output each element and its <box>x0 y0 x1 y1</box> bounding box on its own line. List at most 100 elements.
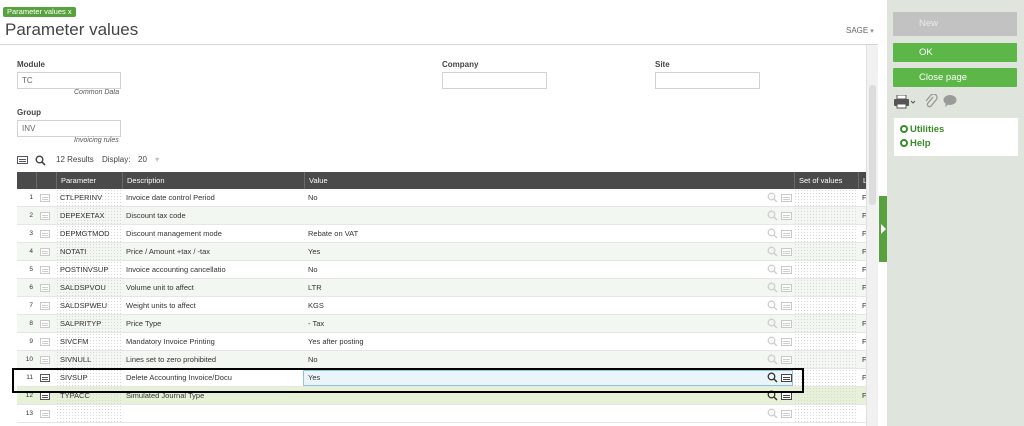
new-button[interactable]: New <box>893 12 1017 36</box>
cell-value[interactable]: KGS <box>304 297 759 314</box>
table-row[interactable]: 1 CTLPERINV Invoice date control Period No F <box>17 189 869 207</box>
cell-set-of-values[interactable] <box>794 261 858 278</box>
row-detail-icon[interactable] <box>40 356 50 364</box>
row-detail-icon[interactable] <box>40 212 50 220</box>
search-icon[interactable] <box>767 246 778 257</box>
scrollbar[interactable] <box>866 45 878 426</box>
cell-set-of-values[interactable] <box>794 207 858 224</box>
table-row[interactable]: 10 SIVNULL Lines set to zero prohibited No F <box>17 351 869 369</box>
ok-button[interactable]: OK <box>893 43 1017 62</box>
site-field[interactable] <box>655 72 760 89</box>
row-detail-icon[interactable] <box>40 410 50 418</box>
row-detail-icon[interactable] <box>40 194 50 202</box>
cell-value[interactable]: LTR <box>304 279 759 296</box>
print-icon[interactable] <box>894 95 916 109</box>
selection-list-icon[interactable] <box>781 266 792 274</box>
cell-set-of-values[interactable] <box>794 351 858 368</box>
cell-value[interactable]: No <box>304 189 759 206</box>
cell-parameter[interactable] <box>56 405 122 422</box>
column-header-value[interactable]: Value <box>304 172 794 189</box>
selection-list-icon[interactable] <box>781 284 792 292</box>
selection-list-icon[interactable] <box>781 320 792 328</box>
search-icon[interactable] <box>767 336 778 347</box>
row-detail-icon[interactable] <box>40 284 50 292</box>
column-header-description[interactable]: Description <box>122 172 304 189</box>
selection-list-icon[interactable] <box>781 392 792 400</box>
row-detail-icon[interactable] <box>40 338 50 346</box>
cell-parameter[interactable]: SALDSPVOU <box>56 279 122 296</box>
table-row[interactable]: 5 POSTINVSUP Invoice accounting cancellati… <box>17 261 869 279</box>
table-row[interactable]: 7 SALDSPWEU Weight units to affect KGS F <box>17 297 869 315</box>
row-detail-icon[interactable] <box>40 230 50 238</box>
table-row[interactable]: 6 SALDSPVOU Volume unit to affect LTR F <box>17 279 869 297</box>
cell-value[interactable]: Yes <box>304 369 759 386</box>
company-field[interactable] <box>442 72 547 89</box>
row-detail-icon[interactable] <box>40 302 50 310</box>
search-icon[interactable] <box>767 372 778 383</box>
search-icon[interactable] <box>767 264 778 275</box>
cell-parameter[interactable]: SIVNULL <box>56 351 122 368</box>
cell-set-of-values[interactable] <box>794 297 858 314</box>
table-row[interactable]: 11 SIVSUP Delete Accounting Invoice/Docu Ye… <box>17 369 869 387</box>
display-select[interactable]: 20 ▾ <box>138 155 159 164</box>
utilities-link[interactable]: Utilities <box>900 124 944 135</box>
row-detail-icon[interactable] <box>40 266 50 274</box>
cell-parameter[interactable]: DEPEXETAX <box>56 207 122 224</box>
cell-set-of-values[interactable] <box>794 333 858 350</box>
row-detail-icon[interactable] <box>40 248 50 256</box>
help-link[interactable]: Help <box>900 138 931 149</box>
cell-parameter[interactable]: POSTINVSUP <box>56 261 122 278</box>
search-icon[interactable] <box>767 318 778 329</box>
search-icon[interactable] <box>767 408 778 419</box>
cell-set-of-values[interactable] <box>794 189 858 206</box>
table-row[interactable]: 8 SALPRITYP Price Type - Tax F <box>17 315 869 333</box>
cell-set-of-values[interactable] <box>794 405 858 422</box>
grid-settings-icon[interactable] <box>17 156 28 164</box>
cell-set-of-values[interactable] <box>794 225 858 242</box>
attachment-icon[interactable] <box>924 94 938 108</box>
selection-list-icon[interactable] <box>781 356 792 364</box>
cell-set-of-values[interactable] <box>794 243 858 260</box>
cell-set-of-values[interactable] <box>794 315 858 332</box>
search-icon[interactable] <box>767 210 778 221</box>
search-icon[interactable] <box>767 228 778 239</box>
scrollbar-thumb[interactable] <box>869 85 876 205</box>
search-icon[interactable] <box>767 300 778 311</box>
table-row[interactable]: 3 DEPMGTMOD Discount management mode Rebate… <box>17 225 869 243</box>
selection-list-icon[interactable] <box>781 194 792 202</box>
cell-parameter[interactable]: TYPACC <box>56 387 122 404</box>
cell-parameter[interactable]: SIVCFM <box>56 333 122 350</box>
table-row[interactable]: 9 SIVCFM Mandatory Invoice Printing Yes aft… <box>17 333 869 351</box>
page-tab[interactable]: Parameter values x <box>3 7 76 17</box>
selection-list-icon[interactable] <box>781 374 792 382</box>
row-detail-icon[interactable] <box>40 320 50 328</box>
cell-parameter[interactable]: CTLPERINV <box>56 189 122 206</box>
cell-value[interactable]: - Tax <box>304 315 759 332</box>
module-field[interactable]: TC <box>17 72 121 89</box>
sage-menu[interactable]: SAGE ▾ <box>846 26 874 35</box>
selection-list-icon[interactable] <box>781 410 792 418</box>
selection-list-icon[interactable] <box>781 248 792 256</box>
search-icon[interactable] <box>767 354 778 365</box>
search-icon[interactable] <box>767 282 778 293</box>
cell-set-of-values[interactable] <box>794 369 858 386</box>
group-field[interactable]: INV <box>17 120 121 137</box>
row-detail-icon[interactable] <box>40 392 50 400</box>
cell-value[interactable]: Rebate on VAT <box>304 225 759 242</box>
comment-icon[interactable] <box>943 94 959 108</box>
cell-parameter[interactable]: SIVSUP <box>56 369 122 386</box>
cell-parameter[interactable]: SALDSPWEU <box>56 297 122 314</box>
table-row[interactable]: 13 <box>17 405 869 423</box>
cell-value[interactable]: No <box>304 261 759 278</box>
cell-value[interactable] <box>304 387 759 404</box>
cell-value[interactable] <box>304 405 759 422</box>
cell-value[interactable]: Yes after posting <box>304 333 759 350</box>
selection-list-icon[interactable] <box>781 212 792 220</box>
table-row[interactable]: 12 TYPACC Simulated Journal Type F <box>17 387 869 405</box>
cell-set-of-values[interactable] <box>794 279 858 296</box>
table-row[interactable]: 4 NOTATI Price / Amount +tax / -tax Yes F <box>17 243 869 261</box>
table-row[interactable]: 2 DEPEXETAX Discount tax code F <box>17 207 869 225</box>
selection-list-icon[interactable] <box>781 302 792 310</box>
search-icon[interactable] <box>35 155 46 166</box>
collapse-panel-toggle[interactable] <box>879 196 887 262</box>
